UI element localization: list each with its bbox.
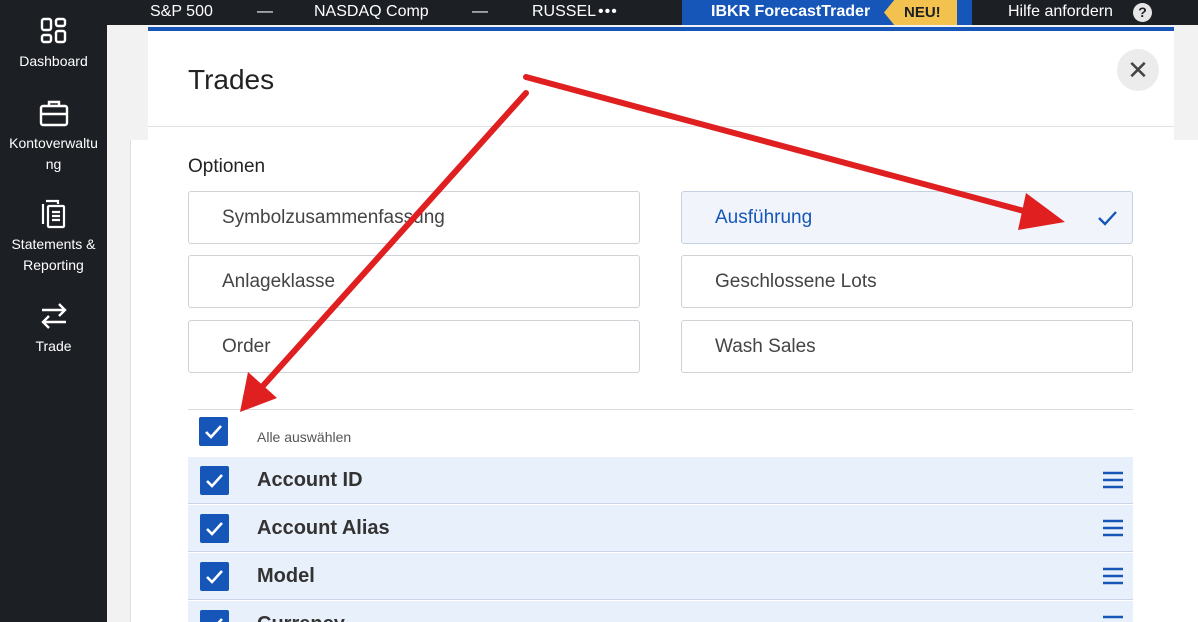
- column-row-account-alias[interactable]: Account Alias: [188, 505, 1133, 552]
- ticker-name[interactable]: S&P 500: [150, 3, 213, 21]
- drag-handle-icon[interactable]: [1102, 613, 1124, 622]
- option-symbolzusammenfassung[interactable]: Symbolzusammenfassung: [188, 191, 640, 244]
- sidebar-item-label: Dashboard: [19, 53, 88, 69]
- ticker-name[interactable]: NASDAQ Comp: [314, 3, 429, 21]
- ticker-name[interactable]: RUSSEL: [532, 3, 596, 21]
- ticker-value: —: [257, 3, 273, 20]
- option-wash-sales[interactable]: Wash Sales: [681, 320, 1133, 373]
- option-ausfuehrung[interactable]: Ausführung: [681, 191, 1133, 244]
- trades-modal: Trades ✕ Optionen Symbolzusammenfassung …: [148, 27, 1174, 622]
- drag-handle-icon[interactable]: [1102, 517, 1124, 539]
- column-checkbox[interactable]: [200, 514, 229, 543]
- column-checkbox[interactable]: [200, 562, 229, 591]
- checkmark-icon: [1095, 206, 1119, 230]
- column-label: Currency: [257, 613, 345, 622]
- column-label: Account ID: [257, 469, 363, 491]
- sidebar-item-label: Trade: [35, 338, 72, 354]
- option-label: Ausführung: [715, 207, 813, 228]
- checkmark-icon: [206, 522, 223, 536]
- options-heading: Optionen: [188, 156, 266, 177]
- ticker-value: —: [472, 3, 488, 20]
- divider: [148, 126, 1174, 127]
- column-checkbox[interactable]: [200, 610, 229, 622]
- option-label: Symbolzusammenfassung: [222, 207, 445, 228]
- swap-arrows-icon: [38, 300, 70, 332]
- help-link[interactable]: Hilfe anfordern: [1008, 3, 1113, 21]
- option-label: Anlageklasse: [222, 271, 336, 292]
- sidebar-item-statements[interactable]: Statements & Reporting: [0, 198, 107, 276]
- checkmark-icon: [206, 474, 223, 488]
- sidebar-item-trade[interactable]: Trade: [0, 300, 107, 357]
- briefcase-icon: [38, 97, 70, 129]
- column-row-currency[interactable]: Currency: [188, 601, 1133, 622]
- drag-handle-icon[interactable]: [1102, 469, 1124, 491]
- close-button[interactable]: ✕: [1117, 49, 1159, 91]
- documents-icon: [38, 198, 70, 230]
- sidebar-item-label: Kontoverwaltung: [9, 135, 98, 172]
- column-label: Account Alias: [257, 517, 390, 539]
- sidebar-item-kontoverwaltung[interactable]: Kontoverwaltung: [0, 97, 107, 175]
- select-all-label: Alle auswählen: [257, 429, 352, 445]
- column-label: Model: [257, 565, 315, 587]
- new-badge-label: NEU!: [904, 4, 941, 21]
- column-checkbox[interactable]: [200, 466, 229, 495]
- option-label: Order: [222, 336, 271, 357]
- sidebar: Dashboard Kontoverwaltung Statements & R…: [0, 0, 107, 622]
- option-label: Geschlossene Lots: [715, 271, 877, 292]
- sidebar-item-dashboard[interactable]: Dashboard: [0, 15, 107, 72]
- option-label: Wash Sales: [715, 336, 816, 357]
- option-geschlossene-lots[interactable]: Geschlossene Lots: [681, 255, 1133, 308]
- modal-title: Trades: [188, 64, 275, 95]
- column-row-account-id[interactable]: Account ID: [188, 457, 1133, 504]
- checkmark-icon: [205, 425, 222, 439]
- drag-handle-icon[interactable]: [1102, 565, 1124, 587]
- more-tickers-button[interactable]: •••: [598, 3, 618, 21]
- divider: [188, 409, 1133, 410]
- new-badge: NEU!: [884, 0, 957, 25]
- close-icon: ✕: [1127, 55, 1149, 85]
- help-icon[interactable]: ?: [1133, 3, 1152, 22]
- sidebar-item-label: Statements & Reporting: [11, 236, 96, 273]
- dashboard-icon: [38, 15, 70, 47]
- top-ticker-bar: S&P 500 — NASDAQ Comp — RUSSEL ••• IBKR …: [107, 0, 1198, 25]
- option-anlageklasse[interactable]: Anlageklasse: [188, 255, 640, 308]
- select-all-checkbox[interactable]: [199, 417, 228, 446]
- checkmark-icon: [206, 570, 223, 584]
- promo-label: IBKR ForecastTrader: [711, 3, 871, 20]
- column-row-model[interactable]: Model: [188, 553, 1133, 600]
- checkmark-icon: [217, 618, 223, 622]
- option-order[interactable]: Order: [188, 320, 640, 373]
